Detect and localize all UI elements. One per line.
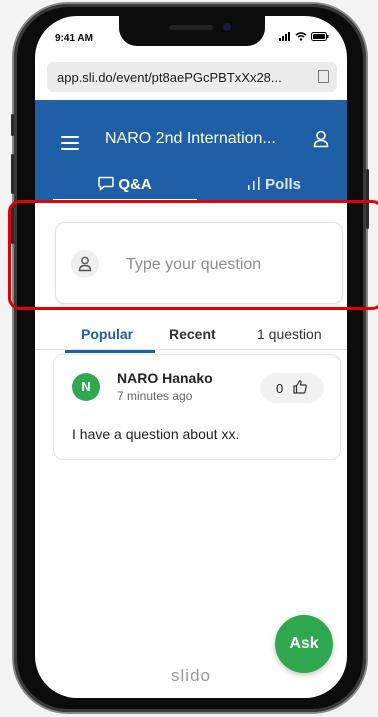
popular-indicator: [65, 350, 155, 353]
volume-up-button: [11, 154, 14, 194]
url-text: app.sli.do/event/pt8aePGcPBTxXx28...: [57, 70, 282, 85]
phone-screen: 9:41 AM app.sli.do/event/pt8aePGcPBTxXx2…: [35, 16, 347, 698]
author-name: NARO Hanako: [117, 370, 213, 386]
tab-polls-label: Polls: [265, 176, 302, 193]
battery-icon: [311, 32, 329, 41]
question-time: 7 minutes ago: [117, 389, 193, 403]
status-icons: [279, 32, 329, 44]
author-avatar: N: [72, 373, 100, 401]
mute-switch: [11, 114, 14, 136]
like-count: 0: [276, 381, 284, 396]
filter-recent[interactable]: Recent: [169, 326, 216, 342]
app-header: NARO 2nd Internation... Q&A Polls: [35, 100, 347, 202]
divider: [35, 349, 347, 350]
wifi-icon: [295, 32, 307, 41]
bar-chart-icon: [247, 177, 260, 190]
highlight-box: [8, 200, 378, 310]
user-icon[interactable]: [313, 130, 329, 148]
signal-icon: [279, 32, 291, 41]
thumbs-up-icon: [293, 380, 307, 394]
filter-popular[interactable]: Popular: [81, 326, 133, 342]
speech-bubble-icon: [98, 176, 114, 192]
ask-button[interactable]: Ask: [275, 615, 333, 673]
question-card: N NARO Hanako 7 minutes ago 0 I have a q…: [53, 354, 341, 460]
notch: [119, 16, 265, 46]
camera: [223, 23, 231, 31]
like-button[interactable]: 0: [260, 373, 324, 403]
tab-qa-label: Q&A: [118, 176, 152, 193]
copy-icon[interactable]: [318, 70, 329, 83]
event-title: NARO 2nd Internation...: [105, 130, 276, 147]
status-time: 9:41 AM: [55, 33, 93, 44]
speaker: [169, 25, 213, 30]
url-bar[interactable]: app.sli.do/event/pt8aePGcPBTxXx28...: [47, 62, 337, 92]
tab-qa[interactable]: Q&A: [53, 168, 197, 202]
menu-icon[interactable]: [61, 136, 79, 154]
question-text: I have a question about xx.: [72, 426, 240, 442]
tab-polls[interactable]: Polls: [201, 168, 347, 202]
question-count: 1 question: [257, 326, 322, 342]
